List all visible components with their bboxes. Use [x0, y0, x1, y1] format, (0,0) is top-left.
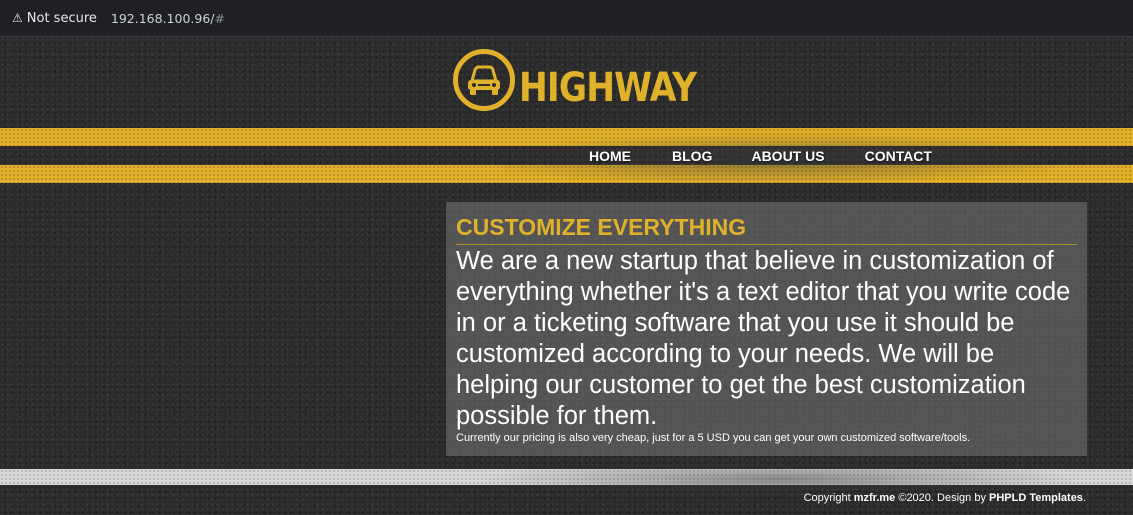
- section-heading: CUSTOMIZE EVERYTHING: [456, 212, 1077, 245]
- nav-home[interactable]: HOME: [589, 148, 631, 164]
- url-text[interactable]: 192.168.100.96/#: [111, 11, 225, 26]
- nav-about-us[interactable]: ABOUT US: [751, 148, 824, 164]
- browser-address-bar[interactable]: ⚠ Not secure 192.168.100.96/#: [0, 0, 1133, 37]
- main-nav: HOME BLOG ABOUT US CONTACT: [589, 148, 932, 164]
- site-logo[interactable]: HIGHWAY: [453, 44, 725, 116]
- intro-text: We are a new startup that believe in cus…: [456, 247, 1071, 430]
- footer-middle: ©2020. Design by: [895, 492, 989, 504]
- security-label: Not secure: [26, 10, 97, 26]
- car-icon: [453, 49, 515, 111]
- url-host: 192.168.100.96/: [110, 10, 215, 26]
- footer-site-link[interactable]: mzfr.me: [854, 492, 896, 504]
- content-panel: CUSTOMIZE EVERYTHING We are a new startu…: [446, 202, 1087, 456]
- pricing-note: Currently our pricing is also very cheap…: [456, 432, 971, 444]
- footer-suffix: .: [1082, 492, 1086, 504]
- logo-text: HIGHWAY: [519, 65, 697, 111]
- footer-prefix: Copyright: [803, 492, 854, 504]
- nav-blog[interactable]: BLOG: [672, 148, 712, 164]
- footer-copyright: Copyright mzfr.me ©2020. Design by PHPLD…: [804, 492, 1086, 504]
- page-background: HIGHWAY HOME BLOG ABOUT US CONTACT CUSTO…: [0, 37, 1133, 515]
- security-indicator[interactable]: ⚠ Not secure: [12, 6, 97, 30]
- nav-contact[interactable]: CONTACT: [865, 148, 932, 164]
- warning-icon: ⚠: [12, 11, 23, 25]
- footer-designer-link[interactable]: PHPLD Templates: [989, 492, 1083, 504]
- url-hash: #: [214, 10, 225, 26]
